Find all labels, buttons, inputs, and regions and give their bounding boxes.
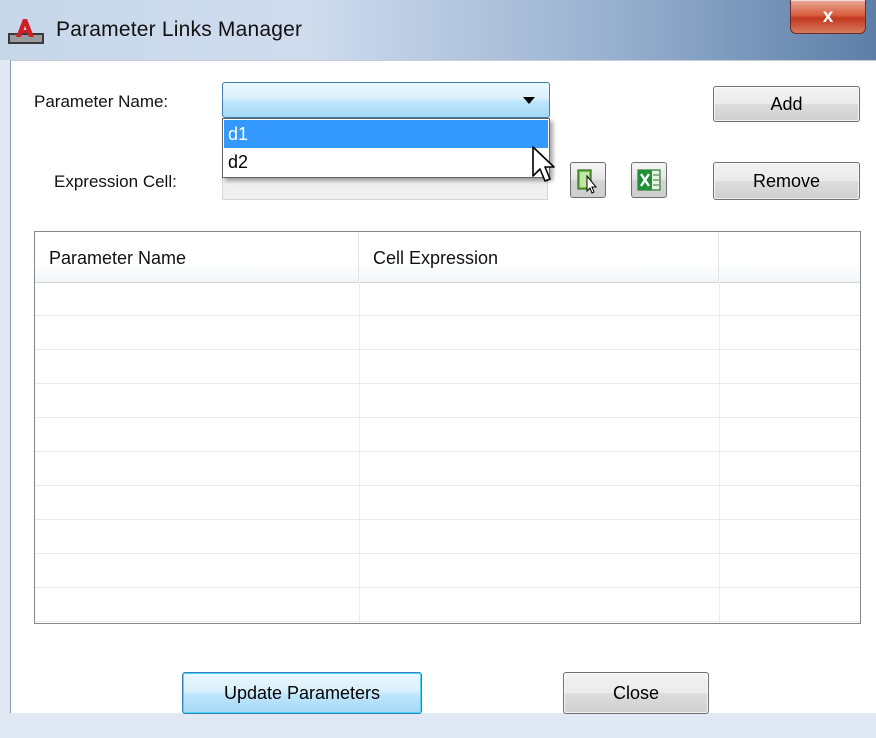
remove-button-label: Remove (752, 170, 821, 191)
window-close-button[interactable]: x (790, 0, 866, 34)
excel-button[interactable] (631, 162, 667, 198)
table-row[interactable] (35, 282, 860, 316)
update-parameters-label: Update Parameters (223, 682, 381, 703)
column-divider (359, 282, 360, 623)
table-row[interactable] (35, 418, 860, 452)
dropdown-option-d2[interactable]: d2 (224, 148, 548, 176)
update-parameters-button[interactable]: Update Parameters (182, 672, 422, 714)
title-bar[interactable]: Parameter Links Manager x (0, 0, 876, 60)
table-row[interactable] (35, 350, 860, 384)
close-button-label: Close (612, 682, 660, 703)
table-row[interactable] (35, 486, 860, 520)
close-icon: x (822, 5, 834, 27)
parameter-links-manager-dialog: Parameter Links Manager x Parameter Name… (0, 0, 876, 738)
parameter-name-combobox[interactable] (222, 82, 550, 118)
chevron-down-icon[interactable] (523, 97, 535, 104)
select-cell-button[interactable] (570, 162, 606, 198)
parameter-name-dropdown-list: d1 d2 (222, 118, 550, 178)
window-title: Parameter Links Manager (56, 18, 303, 41)
remove-button[interactable]: Remove (713, 162, 860, 200)
table-row[interactable] (35, 554, 860, 588)
table-row[interactable] (35, 316, 860, 350)
table-row[interactable] (35, 520, 860, 554)
add-button-label: Add (770, 93, 803, 114)
autocad-app-icon (8, 19, 44, 44)
column-divider (719, 282, 720, 623)
column-header-cell-expression[interactable]: Cell Expression (359, 232, 719, 282)
table-row[interactable] (35, 588, 860, 622)
table-row[interactable] (35, 384, 860, 418)
excel-icon (637, 169, 661, 191)
table-header: Parameter Name Cell Expression (35, 232, 860, 283)
mouse-pointer-icon (532, 146, 555, 182)
parameter-links-table[interactable]: Parameter Name Cell Expression (34, 231, 861, 624)
column-header-empty[interactable] (719, 232, 860, 282)
table-row[interactable] (35, 452, 860, 486)
select-cell-icon (577, 169, 598, 194)
expression-cell-label: Expression Cell: (54, 172, 177, 191)
dropdown-option-d1[interactable]: d1 (224, 120, 548, 148)
add-button[interactable]: Add (713, 86, 860, 122)
close-button[interactable]: Close (563, 672, 709, 714)
parameter-name-label: Parameter Name: (34, 92, 169, 111)
column-header-parameter-name[interactable]: Parameter Name (35, 232, 359, 282)
